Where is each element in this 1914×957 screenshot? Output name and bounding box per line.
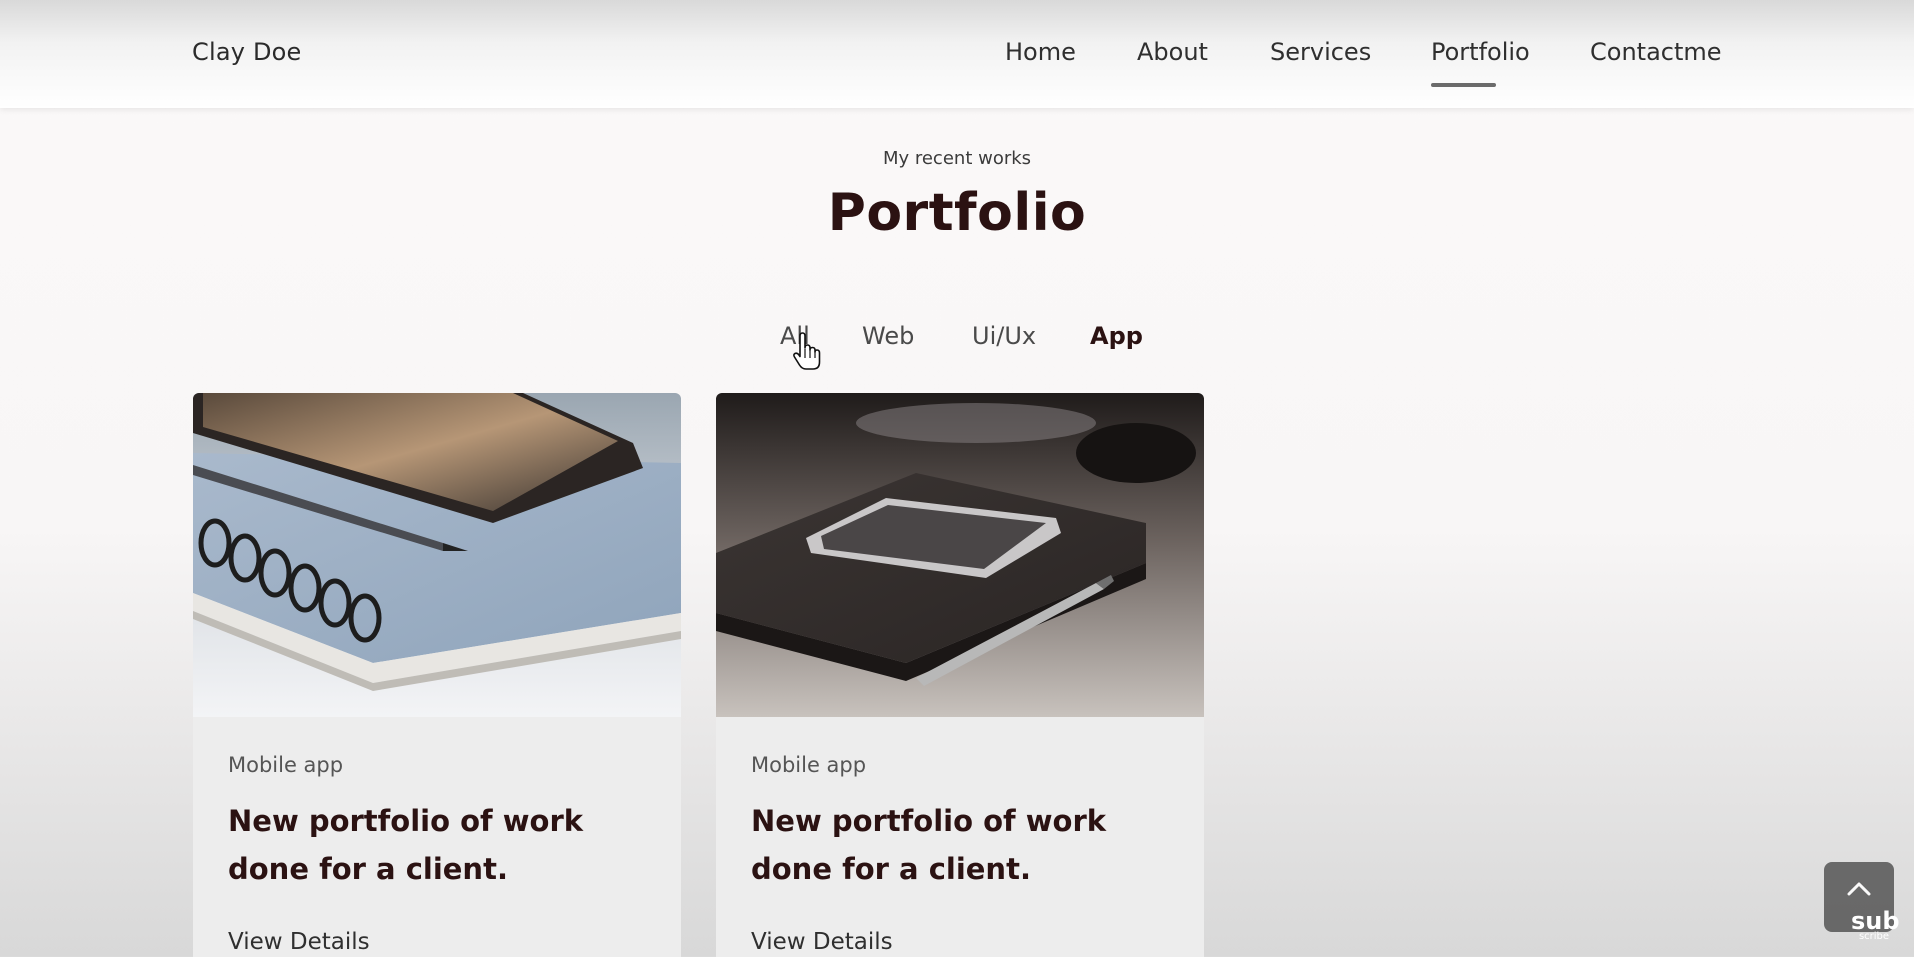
portfolio-card[interactable]: Mobile app New portfolio of work done fo… bbox=[193, 393, 681, 957]
portfolio-filters: All Web Ui/Ux App bbox=[0, 322, 1914, 358]
card-category: Mobile app bbox=[228, 753, 344, 777]
filter-app[interactable]: App bbox=[1090, 322, 1143, 350]
card-title: New portfolio of work done for a client. bbox=[228, 804, 584, 886]
filter-web[interactable]: Web bbox=[862, 322, 914, 350]
view-details-link[interactable]: View Details bbox=[751, 929, 893, 955]
chevron-up-icon bbox=[1847, 882, 1871, 896]
card-image-phone-on-book bbox=[716, 393, 1204, 717]
filter-uiux[interactable]: Ui/Ux bbox=[972, 322, 1036, 350]
site-header: Clay Doe Home About Services Portfolio C… bbox=[0, 0, 1914, 108]
nav-services[interactable]: Services bbox=[1270, 38, 1371, 66]
section-subtitle: My recent works bbox=[882, 148, 1032, 169]
nav-about[interactable]: About bbox=[1137, 38, 1208, 66]
card-title: New portfolio of work done for a client. bbox=[751, 804, 1107, 886]
portfolio-card[interactable]: Mobile app New portfolio of work done fo… bbox=[716, 393, 1204, 957]
hand-cursor-icon bbox=[793, 332, 821, 370]
main-nav: Home About Services Portfolio Contactme bbox=[0, 38, 1914, 88]
nav-home[interactable]: Home bbox=[1005, 38, 1076, 66]
nav-portfolio[interactable]: Portfolio bbox=[1431, 38, 1530, 87]
nav-contactme[interactable]: Contactme bbox=[1590, 38, 1722, 66]
subscribe-watermark: sub scribe bbox=[1851, 909, 1900, 942]
section-title: Portfolio bbox=[827, 183, 1087, 243]
card-image-notebook-phone bbox=[193, 393, 681, 717]
card-body: Mobile app New portfolio of work done fo… bbox=[193, 717, 681, 957]
card-category: Mobile app bbox=[751, 753, 867, 777]
card-body: Mobile app New portfolio of work done fo… bbox=[716, 717, 1204, 957]
view-details-link[interactable]: View Details bbox=[228, 929, 370, 955]
